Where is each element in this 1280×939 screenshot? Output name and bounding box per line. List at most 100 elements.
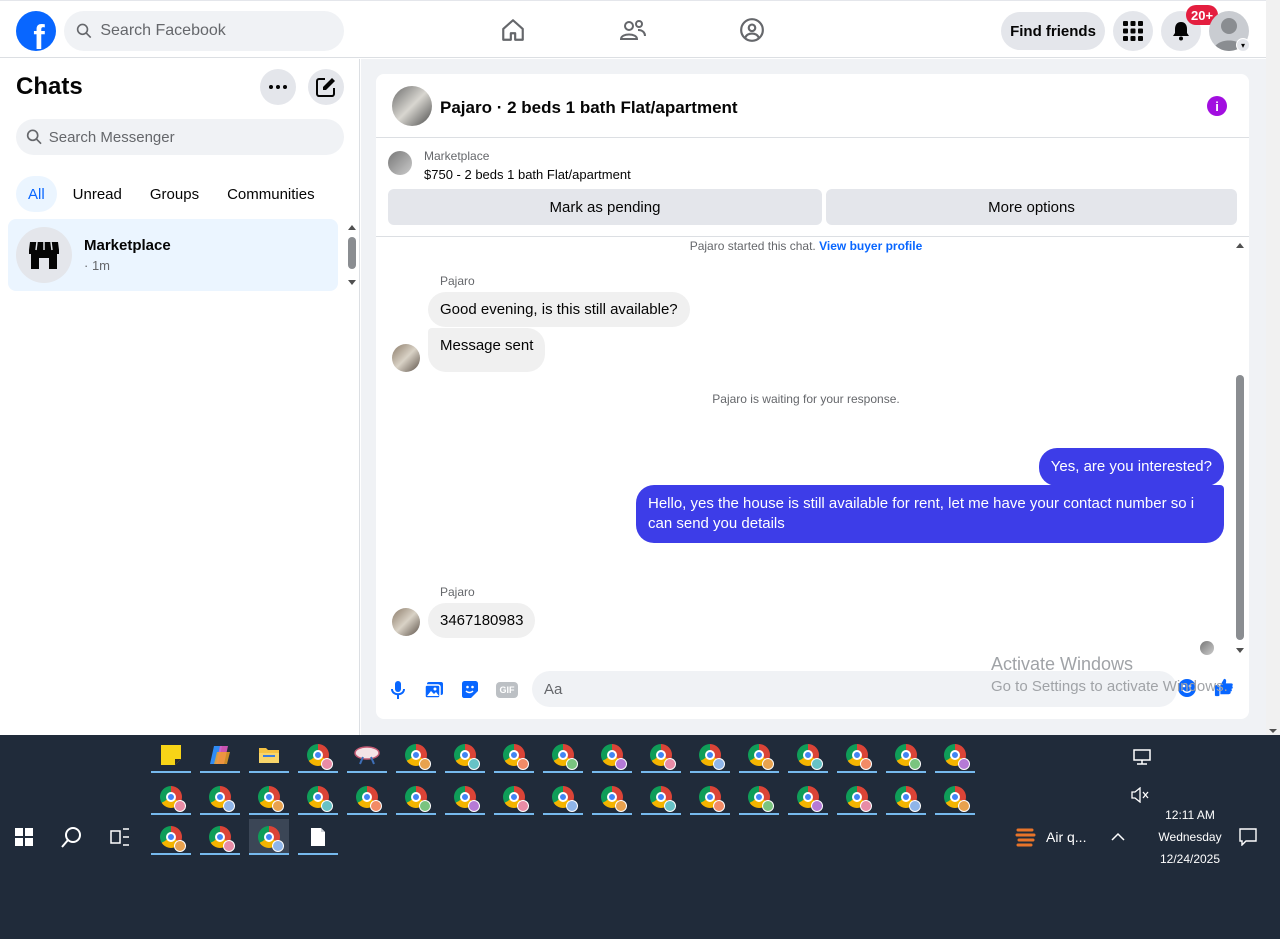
- listing-thumbnail[interactable]: [388, 151, 412, 175]
- outgoing-message[interactable]: Hello, yes the house is still available …: [636, 485, 1224, 543]
- conversation-scrollbar[interactable]: [1234, 240, 1246, 658]
- file-explorer-icon[interactable]: [249, 737, 289, 773]
- chrome-window-icon[interactable]: [543, 737, 583, 773]
- clock-time[interactable]: 12:11 AM: [1150, 808, 1230, 822]
- chrome-icon: [846, 786, 872, 812]
- more-options-button[interactable]: More options: [826, 189, 1237, 225]
- mark-as-pending-button[interactable]: Mark as pending: [388, 189, 822, 225]
- chrome-icon: [552, 786, 578, 812]
- network-icon[interactable]: [1122, 739, 1162, 775]
- home-icon[interactable]: [498, 15, 528, 45]
- document-icon[interactable]: [298, 819, 338, 855]
- chrome-window-icon[interactable]: [543, 779, 583, 815]
- chrome-window-icon[interactable]: [739, 737, 779, 773]
- weather-label[interactable]: Air q...: [1046, 829, 1086, 845]
- messenger-search-input[interactable]: [48, 128, 344, 146]
- copilot-icon[interactable]: [200, 737, 240, 773]
- chrome-window-icon[interactable]: [886, 737, 926, 773]
- chrome-window-icon[interactable]: [249, 779, 289, 815]
- start-button[interactable]: [4, 819, 44, 855]
- profile-badge-icon: [958, 758, 970, 770]
- chrome-window-icon[interactable]: [445, 737, 485, 773]
- chrome-window-icon[interactable]: [151, 819, 191, 855]
- chrome-window-icon[interactable]: [788, 737, 828, 773]
- filter-unread[interactable]: Unread: [61, 176, 134, 212]
- chrome-icon: [503, 744, 529, 770]
- chrome-window-icon[interactable]: [837, 737, 877, 773]
- chrome-window-icon[interactable]: [494, 737, 534, 773]
- chevron-up-icon[interactable]: [1098, 819, 1138, 855]
- chrome-window-icon[interactable]: [935, 779, 975, 815]
- sticky-notes-icon[interactable]: [151, 737, 191, 773]
- menu-grid-button[interactable]: [1113, 11, 1153, 51]
- chrome-window-icon[interactable]: [592, 779, 632, 815]
- chrome-icon: [356, 786, 382, 812]
- chrome-window-icon[interactable]: [396, 779, 436, 815]
- sender-avatar[interactable]: [392, 608, 420, 636]
- snipping-tool-icon[interactable]: [347, 737, 387, 773]
- info-icon[interactable]: i: [1207, 96, 1227, 116]
- search-button[interactable]: [52, 819, 92, 855]
- chrome-window-icon[interactable]: [886, 779, 926, 815]
- facebook-logo[interactable]: f: [16, 11, 56, 51]
- scrollbar-thumb[interactable]: [1236, 375, 1244, 640]
- clock-day[interactable]: Wednesday: [1150, 830, 1230, 844]
- facebook-search[interactable]: [64, 11, 344, 51]
- filter-all[interactable]: All: [16, 176, 57, 212]
- filter-groups[interactable]: Groups: [138, 176, 211, 212]
- new-message-button[interactable]: [308, 69, 344, 105]
- sender-avatar[interactable]: [392, 344, 420, 372]
- chrome-window-icon[interactable]: [788, 779, 828, 815]
- filter-communities[interactable]: Communities: [215, 176, 327, 212]
- chrome-window-icon[interactable]: [298, 779, 338, 815]
- view-buyer-profile-link[interactable]: View buyer profile: [819, 239, 922, 253]
- notification-center-icon[interactable]: [1228, 819, 1268, 855]
- clock-date[interactable]: 12/24/2025: [1150, 852, 1230, 866]
- chrome-window-icon[interactable]: [935, 737, 975, 773]
- chrome-window-icon[interactable]: [151, 779, 191, 815]
- chrome-window-icon[interactable]: [347, 779, 387, 815]
- friends-icon[interactable]: [618, 15, 648, 45]
- chrome-window-icon[interactable]: [200, 819, 240, 855]
- chrome-window-icon[interactable]: [445, 779, 485, 815]
- more-options-button[interactable]: [260, 69, 296, 105]
- sidebar-scrollbar[interactable]: [346, 222, 358, 290]
- sticker-icon[interactable]: [460, 680, 480, 700]
- task-view-button[interactable]: [100, 819, 140, 855]
- page-scrollbar[interactable]: [1266, 0, 1280, 735]
- chrome-window-icon[interactable]: [592, 737, 632, 773]
- conversation-avatar[interactable]: [392, 86, 432, 126]
- chrome-window-icon[interactable]: [641, 779, 681, 815]
- chrome-window-icon[interactable]: [396, 737, 436, 773]
- chrome-window-icon[interactable]: [690, 779, 730, 815]
- weather-icon[interactable]: [1006, 819, 1046, 855]
- conversation-header: Pajaro · 2 beds 1 bath Flat/apartment i: [376, 74, 1249, 138]
- chrome-window-icon[interactable]: [690, 737, 730, 773]
- facebook-search-input[interactable]: [100, 22, 344, 40]
- chevron-down-icon[interactable]: ▾: [1236, 38, 1250, 52]
- incoming-message[interactable]: 3467180983: [428, 603, 536, 638]
- chat-list-item[interactable]: Marketplace · 1m: [8, 219, 338, 291]
- outgoing-message[interactable]: Yes, are you interested?: [1038, 448, 1224, 486]
- chrome-window-icon[interactable]: [837, 779, 877, 815]
- waiting-notice: Pajaro is waiting for your response.: [712, 392, 900, 406]
- incoming-message[interactable]: Good evening, is this still available?: [428, 292, 690, 327]
- find-friends-button[interactable]: Find friends: [1001, 12, 1105, 50]
- profile-badge-icon: [174, 840, 186, 852]
- chat-name: Marketplace: [84, 237, 171, 254]
- chrome-window-icon[interactable]: [200, 779, 240, 815]
- photo-icon[interactable]: [424, 680, 444, 700]
- groups-icon[interactable]: [737, 15, 767, 45]
- chrome-window-icon[interactable]: [298, 737, 338, 773]
- messenger-search[interactable]: [16, 119, 344, 155]
- chrome-window-icon[interactable]: [494, 779, 534, 815]
- microphone-icon[interactable]: [388, 680, 408, 700]
- incoming-message[interactable]: Message sent: [428, 328, 546, 372]
- chrome-window-icon[interactable]: [739, 779, 779, 815]
- listing-title[interactable]: $750 - 2 beds 1 bath Flat/apartment: [424, 167, 631, 182]
- profile-badge-icon: [321, 800, 333, 812]
- gif-icon[interactable]: GIF: [496, 682, 518, 698]
- chrome-window-icon[interactable]: [641, 737, 681, 773]
- conversation-title[interactable]: Pajaro · 2 beds 1 bath Flat/apartment: [440, 98, 738, 118]
- chrome-window-icon[interactable]: [249, 819, 289, 855]
